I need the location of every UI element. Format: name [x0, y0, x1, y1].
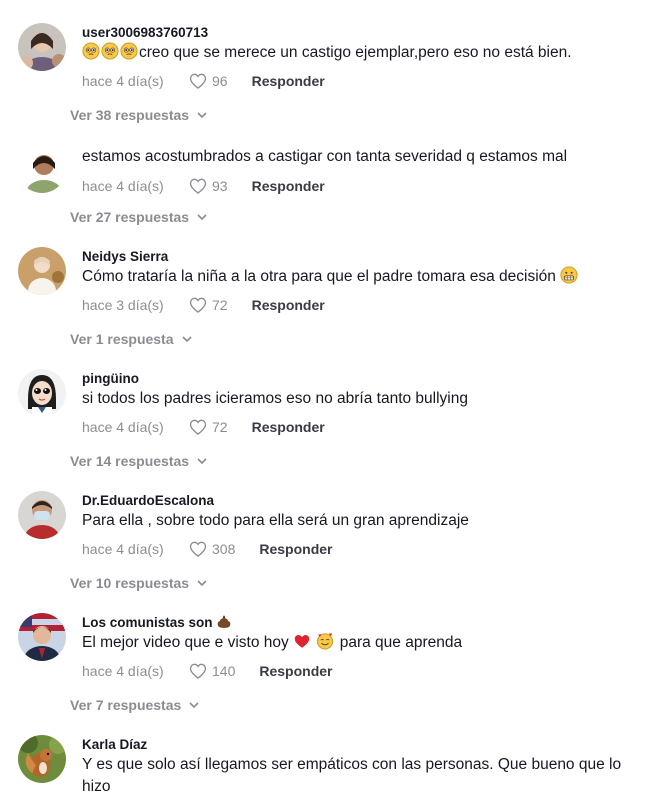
view-replies-button[interactable]: Ver 10 respuestas	[70, 575, 209, 591]
comment-meta: hace 4 día(s) 93 Responder	[82, 176, 625, 196]
reply-button[interactable]: Responder	[252, 419, 325, 435]
view-replies-label: Ver 10 respuestas	[70, 575, 190, 591]
like-button[interactable]: 96	[188, 71, 252, 91]
heart-icon	[189, 663, 207, 679]
comment-time: hace 4 día(s)	[82, 419, 164, 435]
pleading-face-icon	[120, 42, 138, 60]
comment-meta: hace 4 día(s) 72 Responder	[82, 417, 625, 437]
comment-username[interactable]: Los comunistas son	[82, 614, 625, 632]
comment-text-body: creo que se merece un castigo ejemplar,p…	[139, 44, 572, 61]
heart-icon	[189, 178, 207, 194]
chevron-down-icon	[197, 458, 207, 465]
like-count: 72	[212, 419, 228, 435]
reply-button[interactable]: Responder	[259, 541, 332, 557]
comment-text: Para ella , sobre todo para ella será un…	[82, 512, 469, 529]
view-replies-button[interactable]: Ver 1 respuesta	[70, 331, 194, 347]
chevron-down-icon	[189, 702, 199, 709]
reply-button[interactable]: Responder	[252, 178, 325, 194]
comment-time: hace 4 día(s)	[82, 663, 164, 679]
like-count: 96	[212, 73, 228, 89]
chevron-down-icon	[197, 214, 207, 221]
comment-text-after: para que aprenda	[339, 634, 463, 651]
smiling-face-with-hearts-icon	[317, 633, 334, 650]
view-replies-label: Ver 27 respuestas	[70, 209, 190, 225]
comment-time: hace 4 día(s)	[82, 541, 164, 557]
view-replies-label: Ver 38 respuestas	[70, 107, 190, 123]
like-count: 308	[212, 541, 236, 557]
comment-username[interactable]: user3006983760713	[82, 24, 625, 42]
comment-time: hace 3 día(s)	[82, 297, 164, 313]
comment-text: creo que se merece un castigo ejemplar,p…	[82, 42, 625, 64]
view-replies-button[interactable]: Ver 7 respuestas	[70, 697, 201, 713]
view-replies-button[interactable]: Ver 27 respuestas	[70, 209, 209, 225]
poop-icon	[218, 615, 231, 628]
comment-username-text: Los comunistas son	[82, 615, 213, 630]
chevron-down-icon	[181, 336, 192, 343]
comment-text: Cómo trataría la niña a la otra para que…	[82, 266, 625, 288]
view-replies-label: Ver 1 respuesta	[70, 331, 174, 347]
chevron-down-icon	[197, 112, 207, 119]
like-button[interactable]: 72	[188, 295, 252, 315]
avatar[interactable]	[18, 145, 66, 193]
comment-text-before: El mejor video que e visto hoy	[82, 634, 289, 651]
view-replies-label: Ver 7 respuestas	[70, 697, 182, 713]
reply-button[interactable]: Responder	[252, 73, 325, 89]
pleading-face-icon	[82, 42, 100, 60]
red-heart-icon	[294, 635, 310, 648]
avatar[interactable]	[18, 23, 66, 71]
view-replies-button[interactable]: Ver 38 respuestas	[70, 107, 209, 123]
grimacing-face-icon	[560, 266, 578, 284]
comment-time: hace 4 día(s)	[82, 178, 164, 194]
comment-time: hace 4 día(s)	[82, 73, 164, 89]
like-count: 72	[212, 297, 228, 313]
avatar[interactable]	[18, 247, 66, 295]
heart-icon	[189, 541, 207, 557]
pleading-face-icon	[101, 42, 119, 60]
view-replies-label: Ver 14 respuestas	[70, 453, 190, 469]
chevron-down-icon	[197, 580, 207, 587]
comment-username[interactable]: Karla Díaz	[82, 736, 625, 754]
avatar[interactable]	[18, 735, 66, 783]
comment-meta: hace 3 día(s) 72 Responder	[82, 295, 625, 315]
heart-icon	[189, 419, 207, 435]
comment-username[interactable]: Dr.EduardoEscalona	[82, 492, 625, 510]
comment-text-body: Cómo trataría la niña a la otra para que…	[82, 268, 556, 285]
comment-text: El mejor video que e visto hoy para que …	[82, 632, 625, 654]
comment-username[interactable]: Neidys Sierra	[82, 248, 625, 266]
like-button[interactable]: 308	[188, 539, 259, 559]
view-replies-button[interactable]: Ver 14 respuestas	[70, 453, 209, 469]
comment-text: si todos los padres icieramos eso no abr…	[82, 390, 468, 407]
like-count: 140	[212, 663, 236, 679]
like-button[interactable]: 72	[188, 417, 252, 437]
avatar[interactable]	[18, 613, 66, 661]
comment-text: Y es que solo así llegamos ser empáticos…	[82, 756, 622, 795]
avatar[interactable]	[18, 369, 66, 417]
comment-meta: hace 4 día(s) 308 Responder	[82, 539, 625, 559]
comment-meta: hace 4 día(s) 96 Responder	[82, 71, 625, 91]
avatar[interactable]	[18, 491, 66, 539]
heart-icon	[189, 73, 207, 89]
like-button[interactable]: 93	[188, 176, 252, 196]
reply-button[interactable]: Responder	[259, 663, 332, 679]
like-count: 93	[212, 178, 228, 194]
like-button[interactable]: 140	[188, 661, 259, 681]
reply-button[interactable]: Responder	[252, 297, 325, 313]
comment-meta: hace 4 día(s) 140 Responder	[82, 661, 625, 681]
heart-icon	[189, 297, 207, 313]
comment-text: estamos acostumbrados a castigar con tan…	[82, 148, 568, 165]
comment-username[interactable]: pingüino	[82, 370, 625, 388]
